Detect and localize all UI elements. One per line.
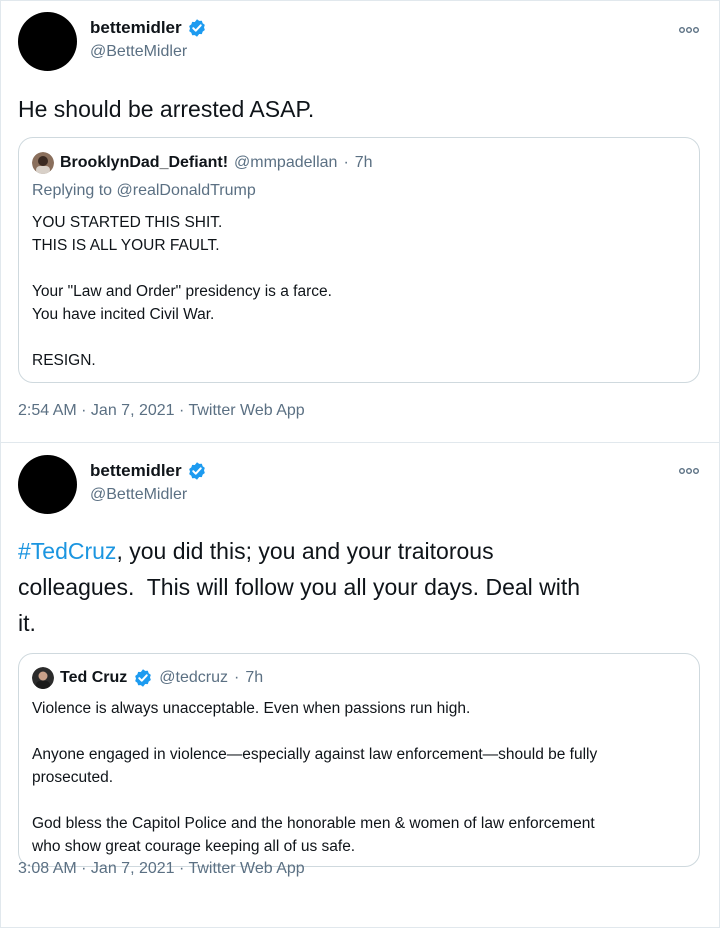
author-name-row[interactable]: bettemidler — [90, 18, 207, 38]
avatar[interactable] — [18, 455, 77, 514]
quoted-text-line — [32, 257, 692, 280]
tweet-text: #TedCruz, you did this; you and your tra… — [18, 533, 698, 641]
replying-to: Replying to @realDonaldTrump — [32, 182, 256, 200]
quoted-author-handle: @tedcruz — [159, 669, 228, 686]
verified-badge-icon — [188, 462, 205, 480]
quoted-text-line — [32, 326, 692, 349]
quoted-tweet-text: YOU STARTED THIS SHIT. THIS IS ALL YOUR … — [32, 211, 692, 372]
quoted-time: 7h — [354, 154, 373, 171]
author-name-row[interactable]: bettemidler — [90, 461, 207, 481]
replying-to-prefix: Replying to — [32, 182, 113, 199]
author-display-name[interactable]: bettemidler — [90, 461, 182, 481]
verified-badge-icon — [188, 19, 205, 37]
quoted-text-line: THIS IS ALL YOUR FAULT. — [32, 237, 220, 254]
quoted-author-avatar — [32, 667, 54, 689]
quoted-text-line — [32, 789, 692, 812]
more-options-icon[interactable] — [678, 465, 700, 477]
quoted-text-line: God bless the Capitol Police and the hon… — [32, 815, 595, 832]
hashtag-link[interactable]: #TedCruz — [18, 538, 116, 564]
avatar[interactable] — [18, 12, 77, 71]
replying-to-handle[interactable]: @realDonaldTrump — [117, 182, 256, 199]
quoted-author-name: BrooklynDad_Defiant! — [60, 154, 229, 171]
quoted-text-line: Anyone engaged in violence—especially ag… — [32, 746, 598, 763]
quoted-text-line: who show great courage keeping all of us… — [32, 838, 356, 855]
quoted-tweet-header: Ted Cruz @tedcruz · 7h — [32, 667, 263, 689]
tweet-text: He should be arrested ASAP. — [18, 96, 315, 122]
quoted-text-line: YOU STARTED THIS SHIT. — [32, 214, 223, 231]
quoted-text-line: You have incited Civil War. — [32, 306, 215, 323]
verified-badge-icon — [135, 669, 152, 687]
quoted-text-line: RESIGN. — [32, 352, 96, 369]
tweet-timestamp[interactable]: 2:54 AM · Jan 7, 2021 · Twitter Web App — [18, 402, 305, 420]
author-handle[interactable]: @BetteMidler — [90, 43, 187, 61]
quoted-author-handle: @mmpadellan — [234, 154, 338, 171]
quoted-tweet[interactable]: BrooklynDad_Defiant! @mmpadellan · 7h Re… — [18, 137, 700, 383]
tweet-timestamp[interactable]: 3:08 AM · Jan 7, 2021 · Twitter Web App — [18, 860, 305, 878]
dot-separator: · — [343, 154, 349, 171]
quoted-author-avatar — [32, 152, 54, 174]
tweet[interactable]: bettemidler @BetteMidler #TedCruz, you d… — [0, 443, 720, 928]
author-display-name[interactable]: bettemidler — [90, 18, 182, 38]
dot-separator: · — [233, 669, 240, 686]
quoted-tweet-header: BrooklynDad_Defiant! @mmpadellan · 7h — [32, 152, 373, 174]
tweet[interactable]: bettemidler @BetteMidler He should be ar… — [0, 0, 720, 443]
quoted-tweet-text: Violence is always unacceptable. Even wh… — [32, 697, 692, 858]
quoted-time: 7h — [245, 669, 264, 686]
quoted-text-line: Your "Law and Order" presidency is a far… — [32, 283, 332, 300]
quoted-text-line: prosecuted. — [32, 769, 113, 786]
quoted-author-name: Ted Cruz — [60, 669, 128, 686]
quoted-tweet[interactable]: Ted Cruz @tedcruz · 7h Violence is alway… — [18, 653, 700, 867]
quoted-text-line — [32, 720, 692, 743]
more-options-icon[interactable] — [678, 24, 700, 36]
quoted-text-line: Violence is always unacceptable. Even wh… — [32, 700, 471, 717]
author-handle[interactable]: @BetteMidler — [90, 486, 187, 504]
